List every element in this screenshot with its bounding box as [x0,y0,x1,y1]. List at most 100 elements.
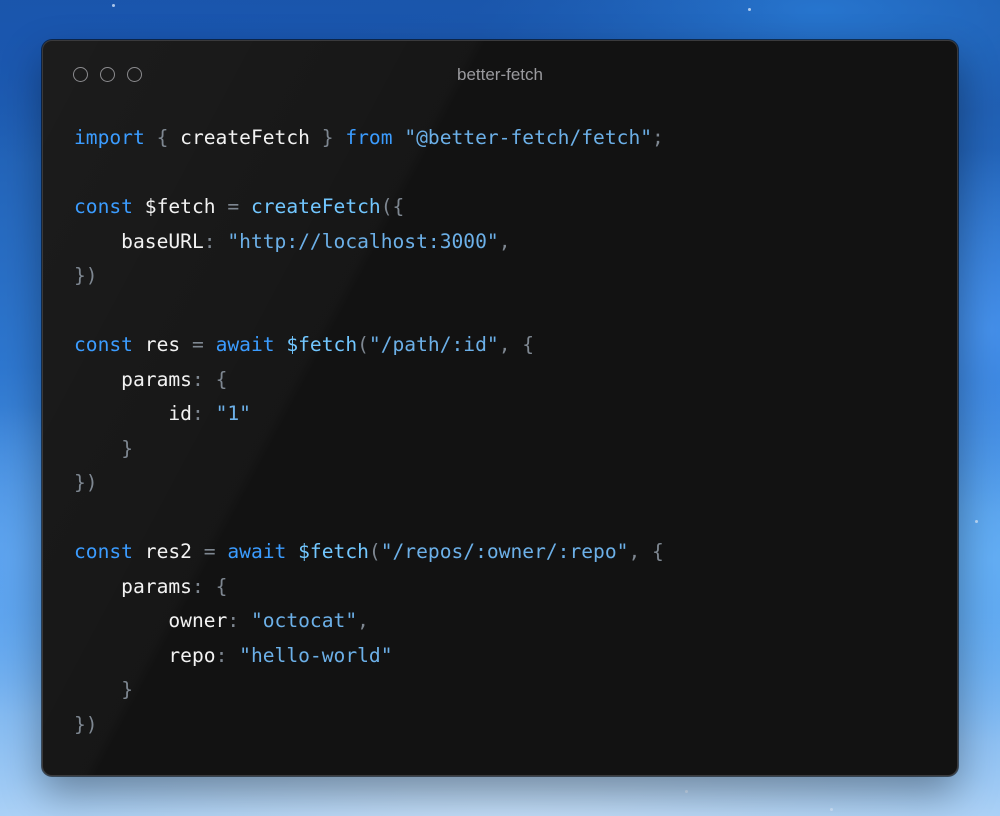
code-token: : [191,402,204,425]
code-token: const [74,195,133,218]
code-token: $fetch [298,540,369,563]
code-token: "@better-fetch/fetch" [404,126,653,149]
code-block: import { createFetch } from "@better-fet… [74,121,664,742]
code-line: repo: "hello-world" [74,639,664,674]
code-token: res [132,333,192,356]
code-token: { [215,574,228,598]
code-token: : [227,609,240,632]
code-token: $fetch [132,195,228,218]
code-token: await [215,333,275,356]
code-token: "octocat" [250,609,358,632]
code-token: : [191,367,204,391]
code-token: = [191,333,204,356]
background-sparkle [685,790,688,793]
code-token: owner [74,609,228,632]
code-token: const [74,540,133,563]
code-token: ({ [380,195,405,218]
code-token: ; [652,126,664,149]
code-token: const [74,333,133,356]
code-token: params [74,574,192,598]
code-line: const res = await $fetch("/path/:id", { [74,328,664,363]
code-token: { [652,540,664,563]
code-line: }) [74,259,664,294]
code-token: createFetch [168,126,322,149]
background-sparkle [748,8,751,11]
code-token: $fetch [286,333,358,356]
code-token: ( [357,333,369,356]
code-line: owner: "octocat", [74,604,664,639]
code-token: , [498,333,511,356]
code-token: "http://localhost:3000" [227,229,499,253]
code-token: createFetch [250,195,381,218]
background-sparkle [112,4,115,7]
code-line: params: { [74,363,664,398]
code-token: , [628,540,641,563]
code-token: }) [74,264,98,287]
code-token: : [203,229,216,253]
code-line: const res2 = await $fetch("/repos/:owner… [74,535,664,570]
code-token: : [215,643,228,667]
code-token: "1" [215,402,251,425]
background-sparkle [830,808,833,811]
code-token: { [215,367,228,391]
code-token: , [357,609,369,632]
code-line: baseURL: "http://localhost:3000", [74,225,664,260]
code-token: from [345,126,393,149]
code-token: = [227,195,240,218]
code-token: id [74,402,192,425]
code-token: res2 [132,540,204,563]
code-token: = [203,540,216,563]
code-token: : [191,574,204,598]
code-line: id: "1" [74,397,664,432]
background-sparkle [975,520,978,523]
code-token: await [227,540,287,563]
code-token: } [321,126,334,149]
window-title: better-fetch [457,65,543,84]
code-token: "hello-world" [239,643,393,667]
code-token: }) [74,471,98,494]
code-line: params: { [74,570,664,605]
code-token: repo [74,643,216,667]
code-token: }) [74,712,98,736]
code-token: "/repos/:owner/:repo" [380,540,629,563]
code-token: } [121,678,133,701]
code-window: better-fetch import { createFetch } from… [42,40,958,776]
code-line: } [74,673,664,708]
code-line: } [74,432,664,467]
code-line: }) [74,466,664,501]
code-token: ( [368,540,381,563]
code-line: const $fetch = createFetch({ [74,190,664,225]
code-token: { [522,333,535,356]
code-token: params [74,367,192,391]
code-token: "/path/:id" [368,333,499,356]
window-titlebar: better-fetch [43,41,957,109]
code-token: { [156,126,169,149]
code-token: } [121,436,133,460]
code-line: import { createFetch } from "@better-fet… [74,121,664,156]
code-token: baseURL [74,229,204,253]
code-token: , [498,229,511,253]
code-line: }) [74,708,664,743]
code-token: import [74,126,145,149]
